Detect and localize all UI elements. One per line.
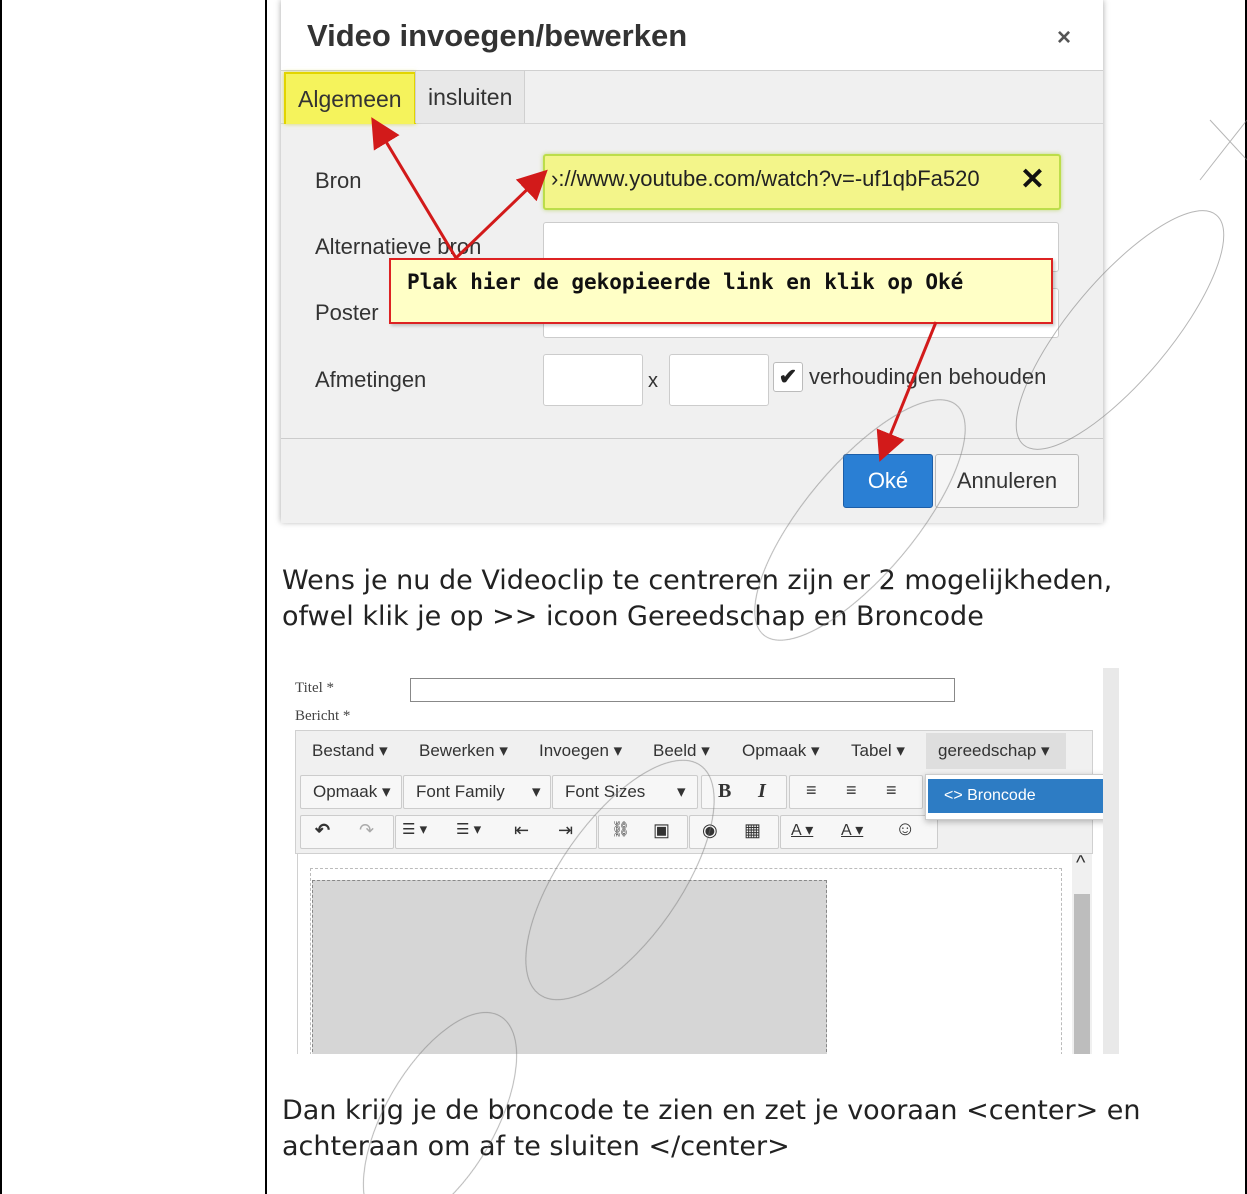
outdent-icon[interactable]: ⇤ (514, 820, 529, 841)
title-input[interactable] (410, 678, 955, 702)
broncode-menu-item[interactable]: <> Broncode (928, 779, 1117, 813)
scroll-up-icon[interactable]: ^ (1076, 852, 1085, 875)
align-center-icon[interactable]: ≡ (846, 780, 857, 801)
preview-icon[interactable]: ◉ (702, 820, 718, 841)
menu-tabel[interactable]: Tabel ▾ (851, 741, 905, 761)
chevron-down-icon: ▾ (677, 782, 686, 801)
editor-screenshot: Titel * Bericht * Bestand ▾ Bewerken ▾ I… (285, 668, 1119, 1054)
numbered-list-icon[interactable]: ☰ ▾ (456, 820, 481, 838)
arrow-to-ok (876, 321, 938, 462)
format-select[interactable]: Opmaak ▾ (300, 775, 402, 809)
paragraph-2-line-2: achteraan om af te sluiten </center> (282, 1131, 790, 1162)
paragraph-1-line-2: ofwel klik je op >> icoon Gereedschap en… (282, 601, 984, 632)
menu-opmaak[interactable]: Opmaak ▾ (742, 741, 820, 761)
undo-redo-group: ↶ ↷ (300, 815, 394, 849)
chevron-down-icon: ▾ (532, 782, 541, 801)
menu-invoegen[interactable]: Invoegen ▾ (539, 741, 622, 761)
table-divider (265, 0, 267, 1194)
editor-content-area[interactable] (297, 854, 1092, 1054)
gereedschap-dropdown: <> Broncode (925, 774, 1119, 820)
font-family-select[interactable]: Font Family ▾ (403, 775, 551, 809)
message-label: Bericht * (295, 708, 351, 724)
menu-bewerken[interactable]: Bewerken ▾ (419, 741, 508, 761)
font-sizes-select[interactable]: Font Sizes ▾ (552, 775, 698, 809)
arrow-to-tab (371, 117, 458, 259)
menu-beeld[interactable]: Beeld ▾ (653, 741, 710, 761)
video-placeholder[interactable] (312, 880, 827, 1054)
scrollbar-thumb[interactable] (1074, 894, 1090, 1054)
align-right-icon[interactable]: ≡ (886, 780, 897, 801)
redo-icon[interactable]: ↷ (359, 820, 374, 841)
arrow-to-source (454, 169, 548, 260)
link-icon[interactable]: ⛓ (611, 820, 630, 838)
align-group: ≡ ≡ ≡ (789, 775, 923, 809)
emoticon-icon[interactable]: ☺ (895, 818, 915, 841)
bold-icon[interactable]: B (718, 780, 731, 803)
list-group: ☰ ▾ ☰ ▾ ⇤ ⇥ (395, 815, 597, 849)
preview-media-group: ◉ ▦ (689, 815, 779, 849)
media-icon[interactable]: ▦ (744, 820, 761, 841)
editor-scrollbar[interactable]: ^ (1072, 852, 1092, 1054)
bold-italic-group: B I (701, 775, 787, 809)
menu-bestand[interactable]: Bestand ▾ (312, 741, 388, 761)
undo-icon[interactable]: ↶ (315, 820, 330, 841)
editor-menubar: Bestand ▾ Bewerken ▾ Invoegen ▾ Beeld ▾ … (295, 730, 1093, 771)
link-image-group: ⛓ ▣ (598, 815, 688, 849)
title-label: Titel * (295, 680, 335, 696)
paragraph-2-line-1: Dan krijg je de broncode te zien en zet … (282, 1095, 1141, 1126)
align-left-icon[interactable]: ≡ (806, 780, 817, 801)
video-dialog: Video invoegen/bewerken × Algemeen inslu… (281, 0, 1103, 523)
indent-icon[interactable]: ⇥ (558, 820, 573, 841)
table-left-border (0, 0, 2, 1194)
text-color-icon[interactable]: A ▾ (791, 820, 813, 840)
background-color-icon[interactable]: A ▾ (841, 820, 863, 840)
image-icon[interactable]: ▣ (653, 820, 670, 841)
bullet-list-icon[interactable]: ☰ ▾ (402, 820, 427, 838)
color-group: A ▾ A ▾ ☺ (780, 815, 938, 849)
annotation-arrows (371, 117, 938, 462)
italic-icon[interactable]: I (758, 780, 766, 803)
right-edge-strip (1103, 668, 1119, 1054)
paragraph-1-line-1: Wens je nu de Videoclip te centreren zij… (282, 565, 1113, 596)
menu-gereedschap[interactable]: gereedschap ▾ (938, 741, 1050, 761)
